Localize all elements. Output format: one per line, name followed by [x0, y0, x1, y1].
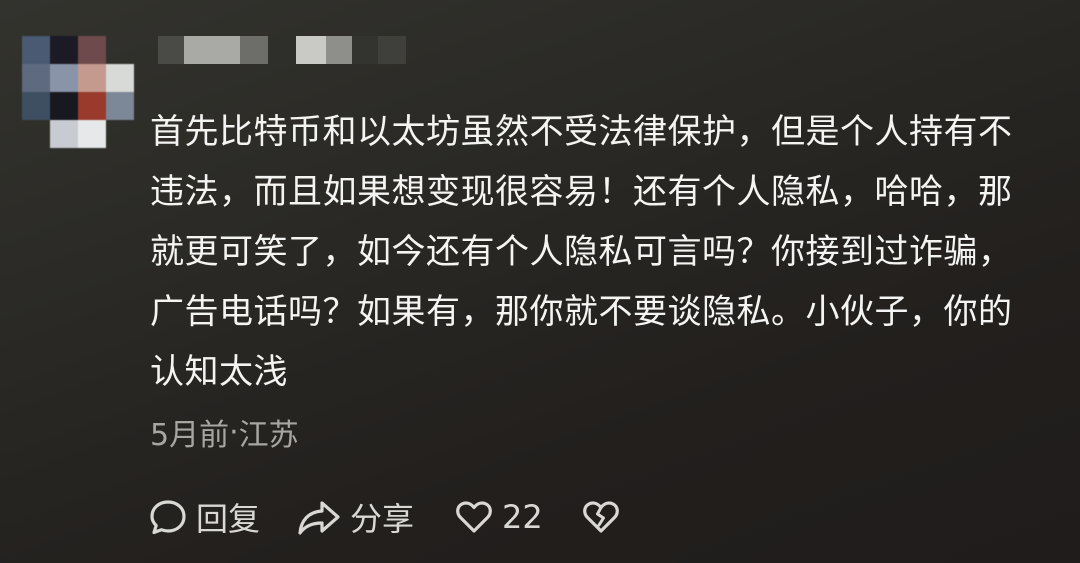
- like-button[interactable]: 22: [454, 497, 543, 537]
- comment-meta: 5月前 · 江苏: [150, 410, 299, 454]
- like-count: 22: [502, 498, 543, 536]
- share-label: 分享: [350, 500, 415, 538]
- reply-button[interactable]: 回复: [148, 494, 260, 540]
- comment-line: 首先比特币和以太坊虽然不受法律保护，但是个人持有不: [150, 112, 1013, 152]
- comment-time: 5月前: [150, 418, 230, 453]
- comment-text: 首先比特币和以太坊虽然不受法律保护，但是个人持有不 违法，而且如果想变现很容易！还…: [150, 102, 1070, 402]
- share-button[interactable]: 分享: [296, 494, 414, 540]
- share-arrow-icon: [298, 501, 340, 535]
- comment-line: 违法，而且如果想变现很容易！还有个人隐私，哈哈，那: [150, 172, 1013, 212]
- comment-line: 广告电话吗？如果有，那你就不要谈隐私。小伙子，你的: [150, 292, 1013, 332]
- comment-actions: 回复 分享 22: [148, 492, 621, 542]
- dislike-button[interactable]: [581, 497, 621, 537]
- meta-separator: ·: [229, 414, 239, 450]
- broken-heart-icon: [582, 501, 619, 533]
- comment-line: 认知太浅: [150, 352, 288, 392]
- avatar[interactable]: [22, 36, 134, 148]
- username-redacted[interactable]: [158, 36, 418, 64]
- comment-line: 就更可笑了，如今还有个人隐私可言吗？你接到过诈骗，: [150, 232, 1013, 272]
- comment-location: 江苏: [238, 418, 299, 453]
- speech-bubble-icon: [150, 500, 186, 535]
- reply-label: 回复: [196, 500, 261, 538]
- heart-icon: [456, 501, 492, 533]
